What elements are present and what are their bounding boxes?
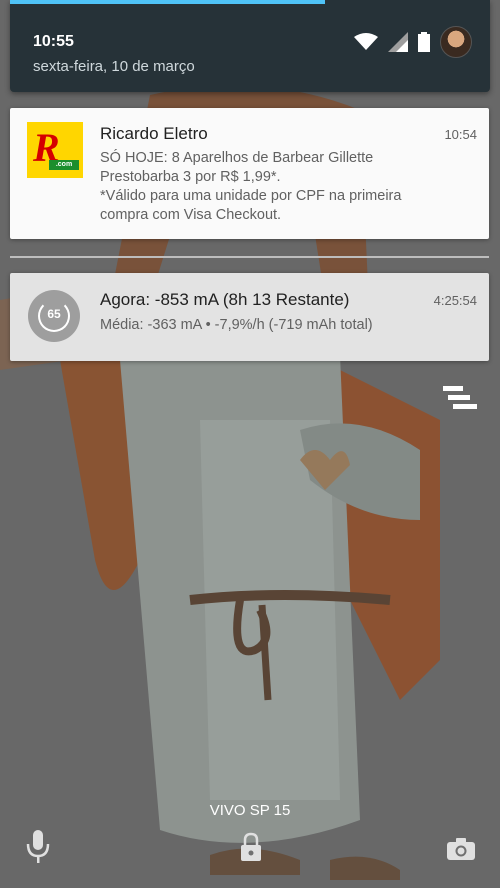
microphone-icon[interactable] [26,830,50,864]
battery-time: 4:25:54 [433,293,477,308]
clear-all-icon[interactable] [443,384,477,414]
wifi-icon [354,33,378,50]
logo-suffix: .com [49,160,79,170]
notification-body: SÓ HOJE: 8 Aparelhos de Barbear Gillette… [100,149,460,225]
notification-divider [10,256,489,258]
battery-current-title: Agora: -853 mA (8h 13 Restante) [100,290,350,309]
notification-body-line: SÓ HOJE: 8 Aparelhos de Barbear Gillette [100,150,374,166]
quick-settings-header[interactable]: 10:55 sexta-feira, 10 de março [10,0,490,92]
lock-icon[interactable] [239,832,263,862]
carrier-label: VIVO SP 15 [209,802,291,819]
status-icons [354,26,472,58]
notification-battery[interactable]: 65 Agora: -853 mA (8h 13 Restante) 4:25:… [10,273,489,361]
clock: 10:55 [33,33,74,50]
camera-icon[interactable] [447,838,475,860]
battery-level-icon: 65 [28,290,80,342]
battery-icon [418,32,430,52]
notification-time: 10:54 [444,127,477,142]
signal-icon [388,32,408,52]
notification-body-line: compra com Visa Checkout. [100,207,282,223]
notification-body-line: Prestobarba 3 por R$ 1,99*. [100,169,281,185]
battery-level-value: 65 [47,307,61,321]
avatar[interactable] [440,26,472,58]
notification-ricardo-eletro[interactable]: R .com Ricardo Eletro 10:54 SÓ HOJE: 8 A… [10,108,489,239]
notification-body-line: *Válido para uma unidade por CPF na prim… [100,188,402,204]
notification-title: Ricardo Eletro [100,124,208,143]
header-accent-bar [10,0,325,4]
ricardo-eletro-logo: R .com [27,122,83,178]
battery-average-subtitle: Média: -363 mA • -7,9%/h (-719 mAh total… [100,317,373,333]
date-label: sexta-feira, 10 de março [33,58,195,75]
